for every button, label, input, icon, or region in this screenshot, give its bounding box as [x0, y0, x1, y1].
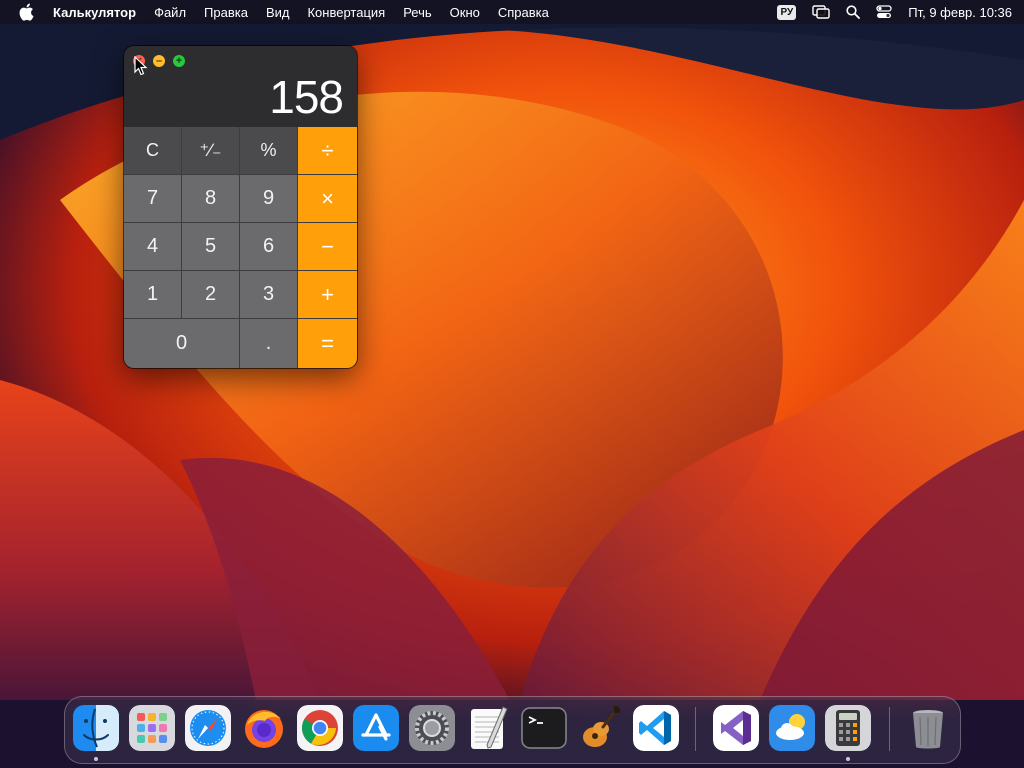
menu-file[interactable]: Файл — [154, 5, 186, 20]
control-center-icon[interactable] — [876, 5, 892, 19]
digit-0-button[interactable]: 0 — [124, 319, 240, 368]
running-indicator — [94, 757, 98, 761]
firefox-icon — [245, 710, 283, 748]
app-store-icon — [353, 705, 399, 751]
dock-visual-studio[interactable] — [713, 705, 759, 751]
dock-terminal[interactable] — [521, 705, 567, 751]
menu-window[interactable]: Окно — [450, 5, 480, 20]
digit-8-button[interactable]: 8 — [182, 175, 240, 223]
digit-9-button[interactable]: 9 — [240, 175, 298, 223]
menu-bar: Калькулятор Файл Правка Вид Конвертация … — [0, 0, 1024, 24]
menu-help[interactable]: Справка — [498, 5, 549, 20]
dock-trash[interactable] — [905, 705, 951, 751]
minimize-icon: – — [155, 55, 163, 67]
clear-button[interactable]: C — [124, 127, 182, 175]
minimize-window-button[interactable]: – — [153, 55, 165, 67]
menu-view[interactable]: Вид — [266, 5, 290, 20]
dock-chrome[interactable] — [297, 705, 343, 751]
calculator-keypad: C ⁺∕₋ % ÷ 7 8 9 × 4 5 6 − 1 2 3 + 0 . = — [124, 127, 357, 368]
chrome-icon — [297, 705, 343, 751]
dock-finder[interactable] — [73, 705, 119, 751]
menu-speech[interactable]: Речь — [403, 5, 431, 20]
finder-icon — [73, 705, 119, 751]
input-source-badge[interactable]: РУ — [777, 4, 797, 20]
calculator-display: 158 — [269, 71, 344, 123]
dock-app-store[interactable] — [353, 705, 399, 751]
menu-app-name[interactable]: Калькулятор — [53, 5, 136, 20]
dock-separator — [889, 707, 890, 751]
dock-firefox[interactable] — [241, 705, 287, 751]
subtract-button[interactable]: − — [298, 223, 357, 271]
zoom-window-button[interactable]: + — [173, 55, 185, 67]
calculator-window: × – + 158 C ⁺∕₋ % ÷ 7 8 9 × 4 5 6 − 1 2 … — [124, 46, 357, 368]
dock-textedit[interactable] — [465, 705, 511, 751]
divide-button[interactable]: ÷ — [298, 127, 357, 175]
garageband-icon — [583, 706, 620, 747]
safari-icon — [185, 705, 231, 751]
visual-studio-icon — [713, 705, 759, 751]
dock-safari[interactable] — [185, 705, 231, 751]
decimal-point-button[interactable]: . — [240, 319, 298, 368]
launchpad-icon — [129, 705, 175, 751]
multiply-button[interactable]: × — [298, 175, 357, 223]
menu-convert[interactable]: Конвертация — [307, 5, 385, 20]
textedit-icon — [471, 706, 508, 749]
mouse-pointer-icon — [134, 56, 148, 76]
search-icon[interactable] — [846, 5, 861, 19]
digit-4-button[interactable]: 4 — [124, 223, 182, 271]
system-preferences-icon — [409, 705, 455, 751]
percent-button[interactable]: % — [240, 127, 298, 175]
dock-system-preferences[interactable] — [409, 705, 455, 751]
menu-clock[interactable]: Пт, 9 февр. 10:36 — [908, 5, 1012, 20]
dock-garageband[interactable] — [577, 705, 623, 751]
sign-toggle-button[interactable]: ⁺∕₋ — [182, 127, 240, 175]
vscode-icon — [633, 705, 679, 751]
weather-icon — [769, 705, 815, 751]
digit-5-button[interactable]: 5 — [182, 223, 240, 271]
trash-icon — [913, 710, 943, 749]
digit-6-button[interactable]: 6 — [240, 223, 298, 271]
calculator-icon — [825, 705, 871, 751]
dock — [64, 696, 961, 764]
zoom-icon: + — [175, 55, 183, 67]
apple-icon[interactable] — [18, 3, 35, 21]
terminal-icon — [521, 707, 567, 749]
digit-7-button[interactable]: 7 — [124, 175, 182, 223]
digit-3-button[interactable]: 3 — [240, 271, 298, 319]
screen-mirroring-icon[interactable] — [812, 5, 830, 19]
dock-launchpad[interactable] — [129, 705, 175, 751]
dock-calculator[interactable] — [825, 705, 871, 751]
equals-button[interactable]: = — [298, 319, 357, 368]
running-indicator — [846, 757, 850, 761]
add-button[interactable]: + — [298, 271, 357, 319]
digit-1-button[interactable]: 1 — [124, 271, 182, 319]
dock-separator — [695, 707, 696, 751]
digit-2-button[interactable]: 2 — [182, 271, 240, 319]
menu-edit[interactable]: Правка — [204, 5, 248, 20]
dock-weather[interactable] — [769, 705, 815, 751]
dock-vscode[interactable] — [633, 705, 679, 751]
